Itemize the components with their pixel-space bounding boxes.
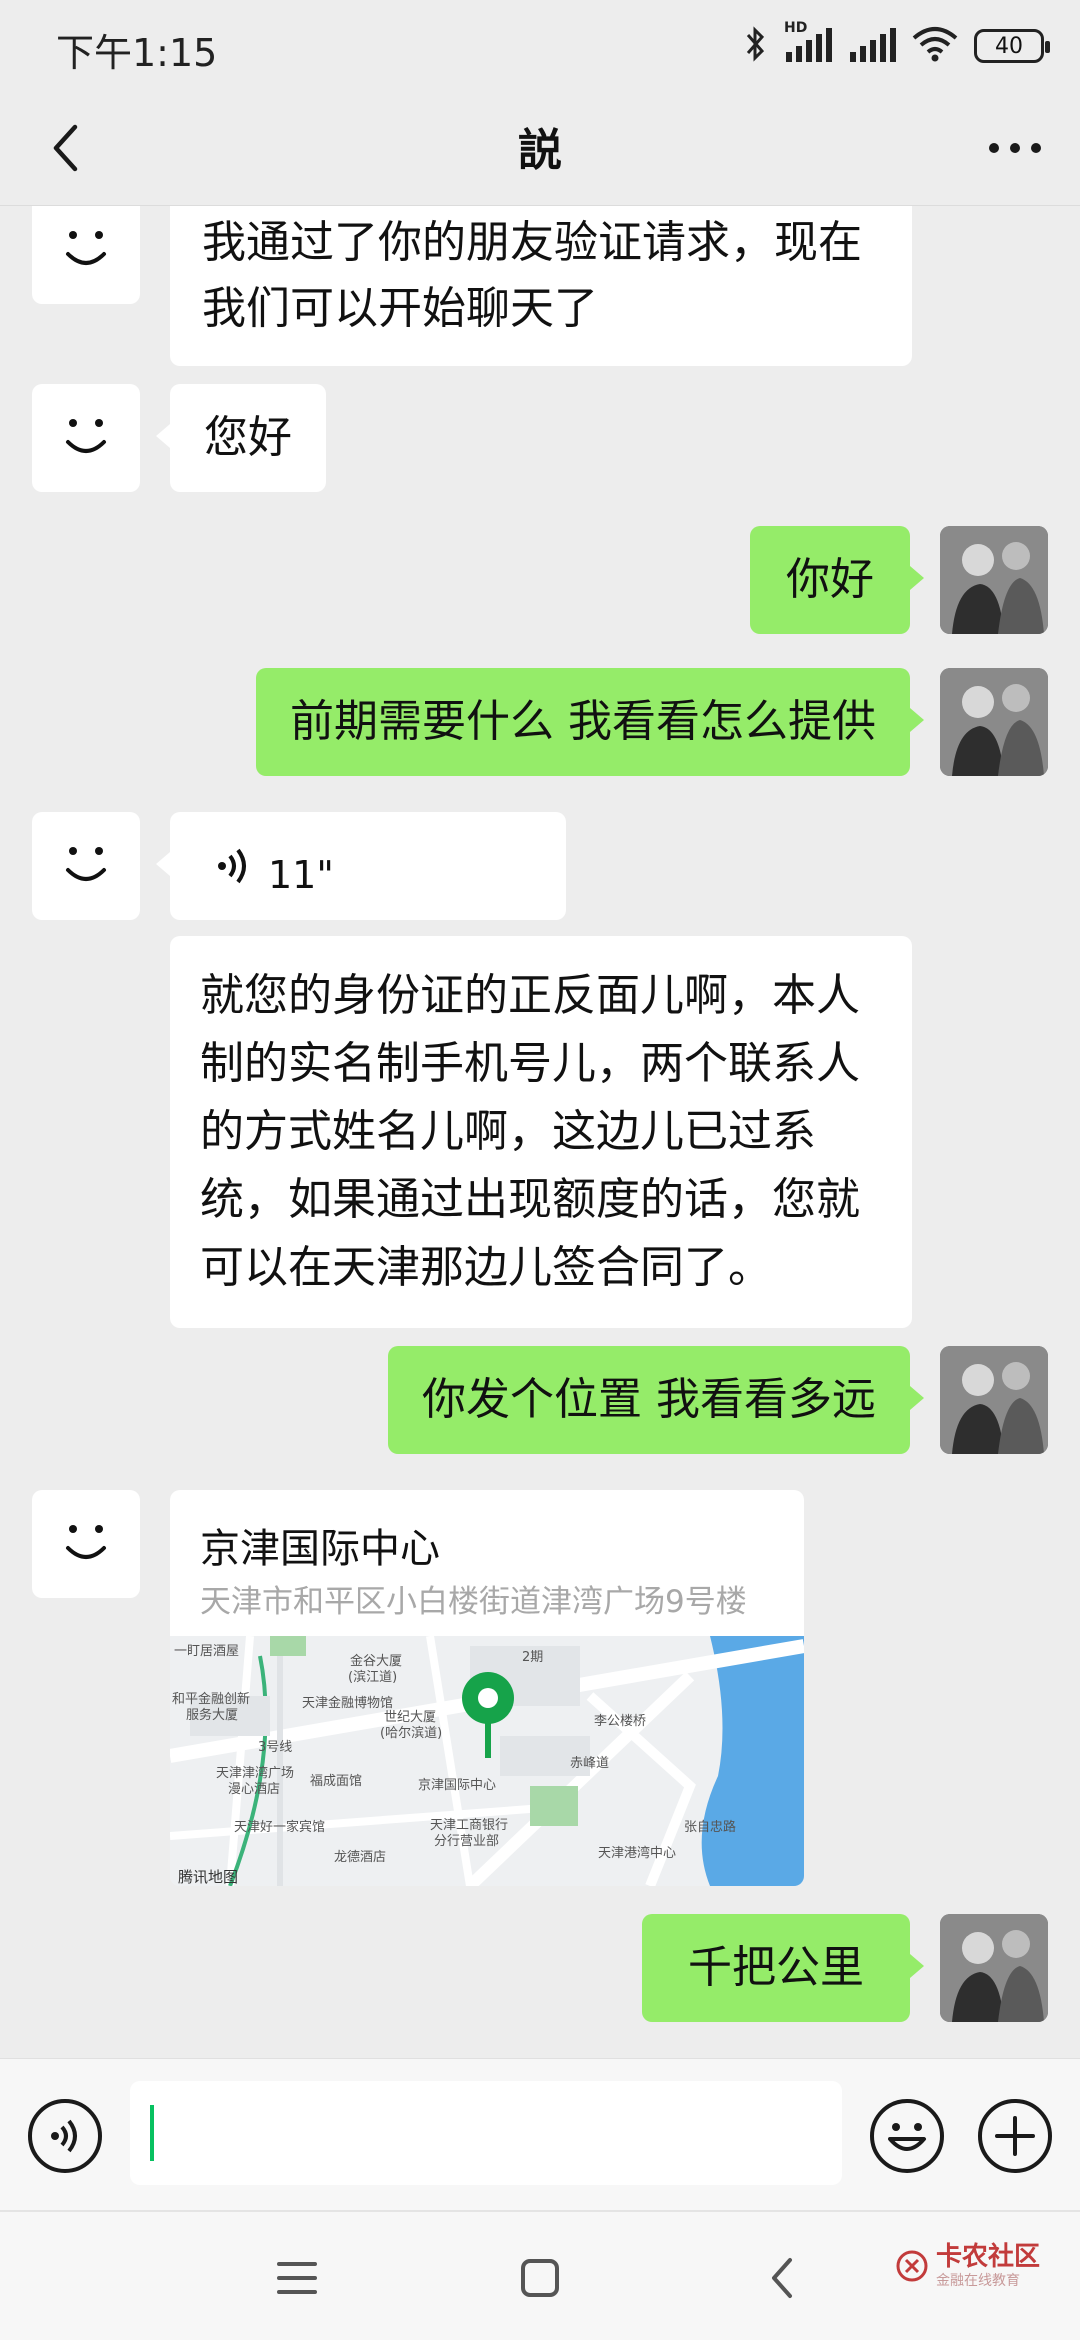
- map-label: 漫心酒店: [228, 1782, 281, 1797]
- my-avatar[interactable]: [940, 1914, 1048, 2022]
- contact-avatar[interactable]: [32, 812, 140, 920]
- user-photo-icon: [940, 1914, 1048, 2022]
- more-button[interactable]: [980, 110, 1050, 186]
- message-bubble-out[interactable]: 你好: [750, 526, 924, 634]
- system-nav-bar: 卡农社区 金融在线教育: [0, 2210, 1080, 2340]
- map-label: 天津港湾中心: [598, 1846, 677, 1861]
- input-bar: [0, 2058, 1080, 2210]
- message-bubble-out[interactable]: 前期需要什么 我看看怎么提供: [256, 668, 924, 776]
- message-bubble-in[interactable]: 就您的身份证的正反面儿啊，本人制的实名制手机号儿，两个联系人的方式姓名儿啊，这边…: [170, 936, 912, 1328]
- contact-avatar[interactable]: [32, 1490, 140, 1598]
- nav-back-button[interactable]: [748, 2248, 818, 2308]
- contact-avatar[interactable]: [32, 384, 140, 492]
- menu-button[interactable]: [262, 2248, 332, 2308]
- emoji-button[interactable]: [870, 2099, 944, 2173]
- voice-input-icon: [51, 2119, 77, 2153]
- bluetooth-icon: [744, 25, 768, 67]
- watermark-title: 卡农社区: [935, 2242, 1040, 2272]
- map-label: 服务大厦: [186, 1708, 239, 1723]
- location-name: 京津国际中心: [200, 1526, 440, 1572]
- map-label: 分行营业部: [434, 1834, 500, 1849]
- voice-input-button[interactable]: [28, 2099, 102, 2173]
- map-label: 龙德酒店: [334, 1850, 387, 1865]
- message-bubble-out[interactable]: 你发个位置 我看看多远: [388, 1346, 924, 1454]
- my-avatar[interactable]: [940, 1346, 1048, 1454]
- smiley-avatar-icon: [66, 419, 106, 453]
- user-photo-icon: [940, 526, 1048, 634]
- chat-title: 説: [518, 125, 562, 176]
- user-photo-icon: [940, 668, 1048, 776]
- contact-avatar[interactable]: [32, 206, 140, 304]
- user-photo-icon: [940, 1346, 1048, 1454]
- home-button[interactable]: [505, 2248, 575, 2308]
- location-card[interactable]: 京津国际中心 天津市和平区小白楼街道津湾广场9号楼 一盯居酒屋 金谷大厦 (滨江…: [170, 1490, 804, 1886]
- my-avatar[interactable]: [940, 668, 1048, 776]
- chat-area[interactable]: 我通过了你的朋友验证请求，现在我们可以开始聊天了 您好 你好 前期需要什么 我看…: [0, 206, 1080, 2058]
- message-input[interactable]: [130, 2081, 842, 2185]
- battery-icon: 40: [974, 29, 1050, 63]
- watermark-logo-icon: [896, 2250, 928, 2282]
- emoji-icon: [888, 2123, 926, 2151]
- location-map[interactable]: 一盯居酒屋 金谷大厦 (滨江道) 天津金融博物馆 世纪大厦 (哈尔滨道) 和平金…: [170, 1636, 804, 1886]
- map-label: (哈尔滨道): [380, 1726, 443, 1741]
- plus-button[interactable]: [978, 2099, 1052, 2173]
- more-dots-icon: [989, 143, 1041, 153]
- map-label: 京津国际中心: [418, 1778, 497, 1793]
- text-caret: [150, 2105, 154, 2161]
- signal-icon-1: HD: [784, 20, 832, 66]
- message-bubble-out[interactable]: 千把公里: [642, 1914, 924, 2022]
- watermark-subtitle: 金融在线教育: [935, 2273, 1020, 2289]
- menu-icon: [277, 2262, 317, 2294]
- location-address: 天津市和平区小白楼街道津湾广场9号楼: [200, 1584, 747, 1620]
- status-icons: HD 40: [744, 20, 1050, 68]
- map-label: 赤峰道: [570, 1756, 610, 1771]
- map-label: 天津金融博物馆: [302, 1696, 394, 1711]
- map-label: 一盯居酒屋: [174, 1644, 240, 1659]
- message-bubble-in[interactable]: 我通过了你的朋友验证请求，现在我们可以开始聊天了: [170, 206, 912, 366]
- status-bar: 下午1:15 HD 40: [0, 0, 1080, 90]
- smiley-avatar-icon: [66, 231, 106, 265]
- map-label: 3号线: [258, 1740, 293, 1755]
- voice-message-bubble[interactable]: 11": [156, 812, 566, 920]
- map-label: 李公楼桥: [594, 1714, 647, 1729]
- map-label: 天津好一家宾馆: [234, 1820, 326, 1835]
- map-pin-icon: [462, 1672, 514, 1758]
- voice-wave-icon: [218, 848, 246, 884]
- smiley-avatar-icon: [66, 1525, 106, 1559]
- smiley-avatar-icon: [66, 847, 106, 881]
- my-avatar[interactable]: [940, 526, 1048, 634]
- message-bubble-in[interactable]: 您好: [156, 384, 326, 492]
- map-label: 腾讯地图: [178, 1868, 239, 1886]
- map-label: (滨江道): [348, 1670, 398, 1685]
- network-label: HD: [784, 20, 808, 36]
- status-time: 下午1:15: [56, 31, 218, 75]
- watermark: 卡农社区 金融在线教育: [896, 2242, 1040, 2290]
- home-icon: [521, 2259, 559, 2297]
- wifi-icon: [912, 26, 958, 66]
- map-label: 2期: [522, 1650, 544, 1665]
- chat-header: 説: [0, 90, 1080, 206]
- voice-duration: 11": [268, 853, 334, 897]
- map-label: 福成面馆: [310, 1774, 363, 1789]
- signal-icon-2: [848, 26, 896, 66]
- back-icon: [772, 2258, 792, 2298]
- plus-icon: [995, 2116, 1035, 2156]
- map-label: 张自忠路: [684, 1820, 737, 1835]
